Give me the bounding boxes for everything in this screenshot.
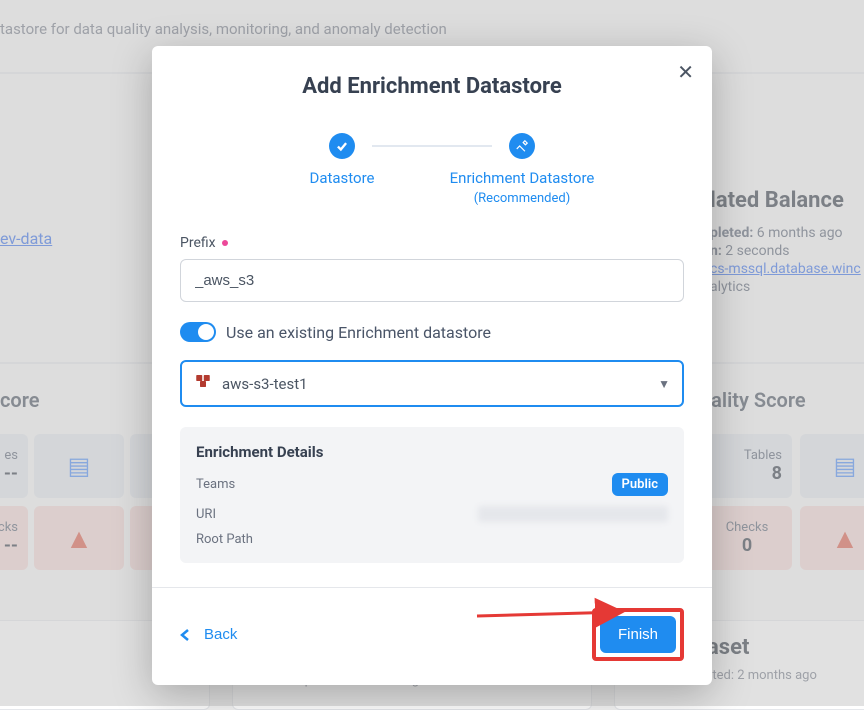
finish-button[interactable]: Finish: [600, 616, 676, 653]
datastore-selected-value: aws-s3-test1: [222, 375, 308, 393]
step-datastore[interactable]: Datastore: [242, 133, 442, 188]
details-title: Enrichment Details: [196, 443, 668, 461]
detail-uri-label: URI: [196, 507, 216, 522]
step-active-icon: [509, 133, 535, 159]
modal-title: Add Enrichment Datastore: [180, 74, 684, 99]
close-button[interactable]: ✕: [677, 60, 694, 85]
detail-uri-row: URI: [196, 506, 668, 522]
back-button[interactable]: Back: [180, 626, 237, 643]
step-label: Datastore: [309, 169, 374, 188]
step-label: Enrichment Datastore (Recommended): [450, 169, 595, 207]
detail-teams-row: Teams Public: [196, 473, 668, 496]
detail-uri-value-redacted: [478, 506, 668, 522]
chevron-down-icon: ▼: [658, 377, 670, 391]
use-existing-toggle-row: Use an existing Enrichment datastore: [180, 322, 684, 342]
step-complete-icon: [329, 133, 355, 159]
footer-divider: [152, 587, 712, 588]
enrichment-details-card: Enrichment Details Teams Public URI Root…: [180, 427, 684, 563]
back-label: Back: [204, 626, 237, 643]
finish-highlight-annotation: Finish: [592, 608, 684, 661]
prefix-input[interactable]: [180, 259, 684, 302]
close-icon: ✕: [677, 62, 694, 84]
use-existing-toggle[interactable]: [180, 322, 216, 342]
detail-rootpath-row: Root Path: [196, 532, 668, 547]
modal-footer: Back Finish: [180, 608, 684, 661]
toggle-label: Use an existing Enrichment datastore: [226, 323, 491, 342]
public-badge: Public: [612, 473, 668, 496]
prefix-label: Prefix: [180, 235, 684, 251]
datastore-type-icon: [194, 372, 212, 395]
stepper: Datastore Enrichment Datastore (Recommen…: [180, 133, 684, 207]
add-enrichment-datastore-modal: ✕ Add Enrichment Datastore Datastore Enr…: [152, 46, 712, 685]
chevron-left-icon: [180, 628, 190, 642]
step-enrichment-datastore[interactable]: Enrichment Datastore (Recommended): [422, 133, 622, 207]
required-indicator: [222, 240, 228, 246]
detail-rootpath-label: Root Path: [196, 532, 253, 547]
detail-teams-label: Teams: [196, 477, 235, 492]
datastore-select[interactable]: aws-s3-test1 ▼: [180, 360, 684, 407]
